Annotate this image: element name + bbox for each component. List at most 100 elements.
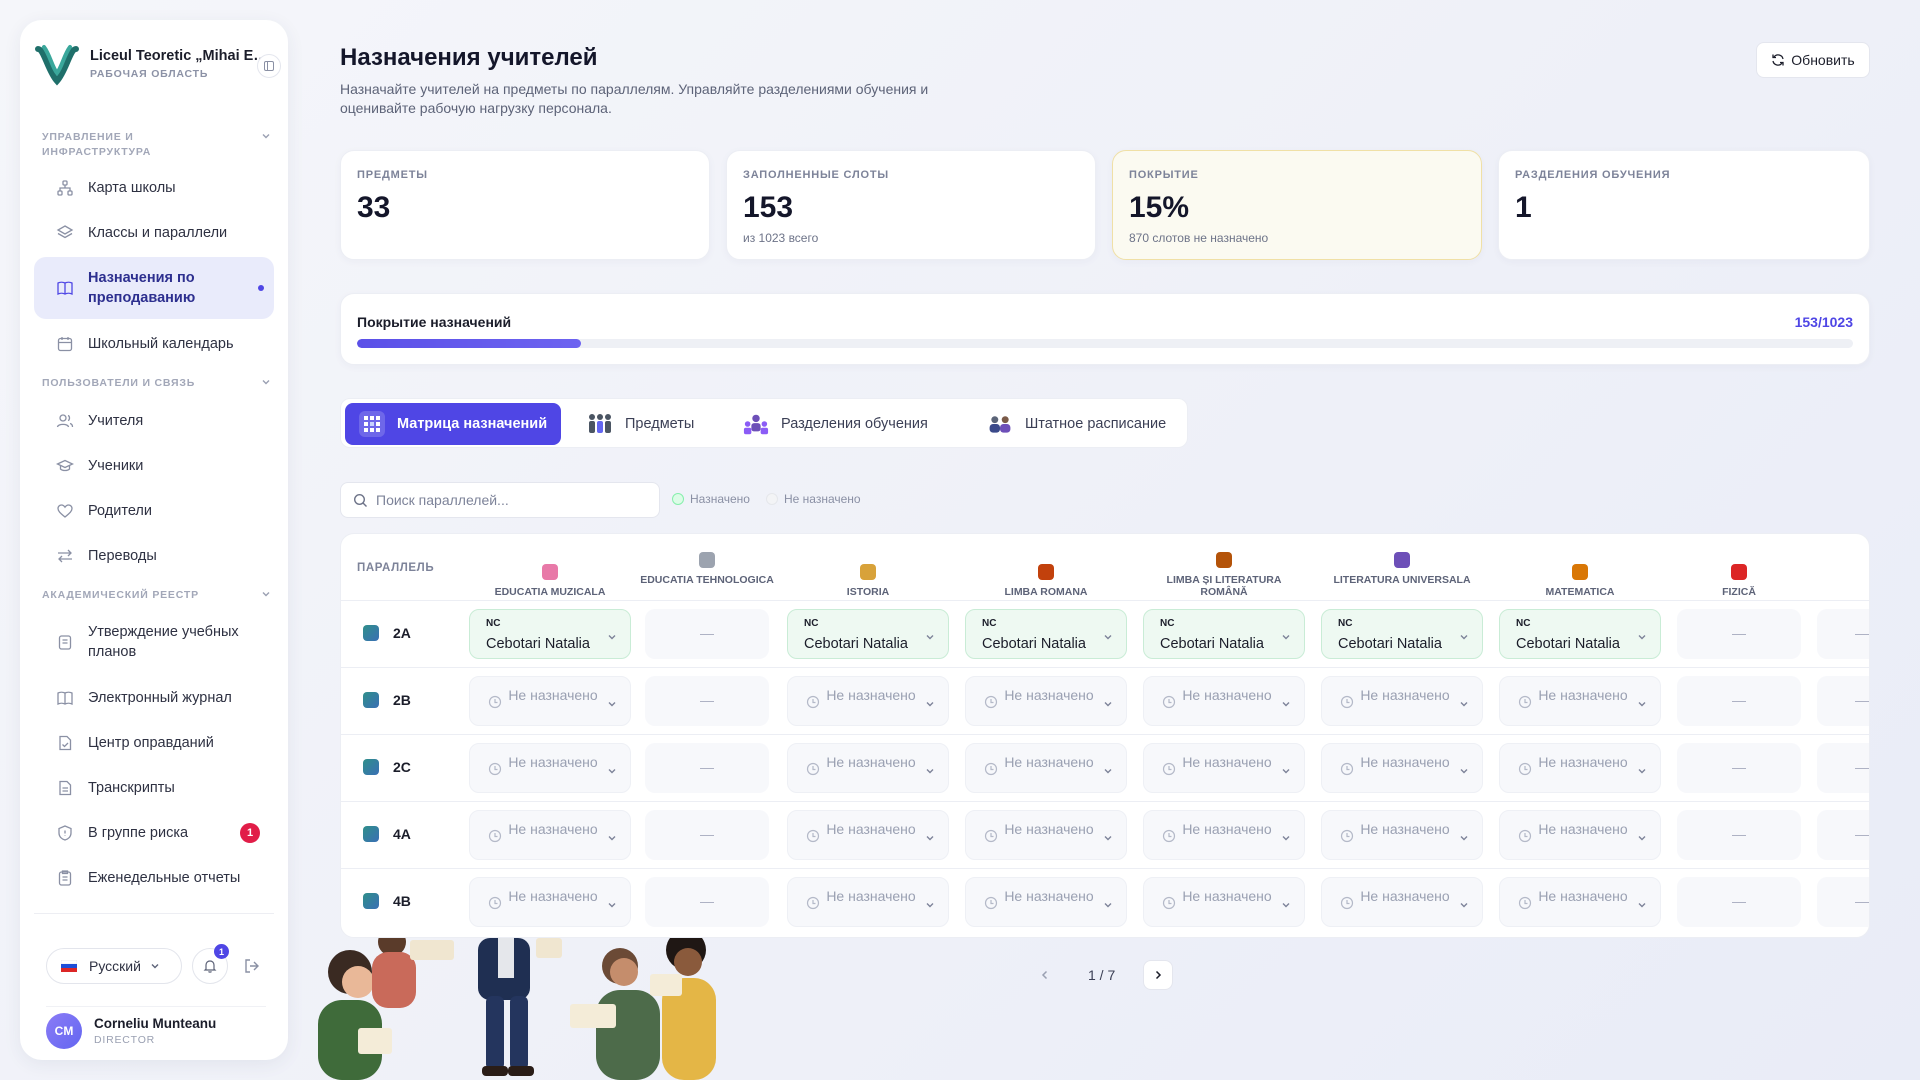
column-label: LIMBA ȘI LITERATURA ROMÂNĂ <box>1166 574 1282 598</box>
sidebar-item-classes[interactable]: Классы и параллели <box>34 213 274 253</box>
assignment-cell-unassigned[interactable]: Не назначено <box>965 877 1127 927</box>
assignment-cell-unassigned[interactable]: Не назначено <box>787 810 949 860</box>
assignment-cell-unassigned[interactable]: Не назначено <box>1143 676 1305 726</box>
assignment-matrix: ПАРАЛЛЕЛЬ EDUCATIA MUZICALA EDUCATIA TEHN… <box>340 533 1870 938</box>
sidebar-item-teachers[interactable]: Учителя <box>34 401 274 441</box>
language-label: Русский <box>89 958 141 974</box>
assignment-cell-unassigned[interactable]: Не назначено <box>1499 810 1661 860</box>
assignment-cell-unassigned[interactable]: Не назначено <box>787 743 949 793</box>
column-label: EDUCATIA MUZICALA <box>494 586 606 598</box>
sidebar-item-curriculum-approval[interactable]: Утверждение учебных планов <box>34 612 274 672</box>
tab-label: Штатное расписание <box>1025 416 1167 432</box>
assignment-cell-assigned[interactable]: NC Cebotari Natalia <box>1499 609 1661 659</box>
column-header: CH <box>1781 564 1869 598</box>
clock-icon <box>1518 896 1532 915</box>
empty-dash: — <box>1855 826 1869 842</box>
assignment-cell-assigned[interactable]: NC Cebotari Natalia <box>1321 609 1483 659</box>
empty-dash: — <box>700 826 714 842</box>
assignment-cell-unassigned[interactable]: Не назначено <box>787 877 949 927</box>
user-profile[interactable]: CM Corneliu Munteanu DIRECTOR <box>46 1006 266 1049</box>
row-label: 2B <box>363 692 411 708</box>
tab-staffing[interactable]: Штатное расписание <box>973 403 1180 445</box>
sidebar-item-transfers[interactable]: Переводы <box>34 536 274 576</box>
assignment-cell-empty: — <box>1817 743 1869 793</box>
sidebar-item-label: Школьный календарь <box>88 336 234 352</box>
sidebar-item-label: Центр оправданий <box>88 735 214 751</box>
refresh-button[interactable]: Обновить <box>1756 42 1870 78</box>
bell-icon <box>203 960 217 973</box>
sidebar-item-students[interactable]: Ученики <box>34 446 274 486</box>
logout-icon[interactable] <box>242 956 262 976</box>
assignment-cell-assigned[interactable]: NC Cebotari Natalia <box>787 609 949 659</box>
language-selector[interactable]: Русский <box>46 948 182 984</box>
chevron-down-icon <box>262 134 270 139</box>
group-split-icon <box>743 411 769 437</box>
clock-icon <box>1340 762 1354 781</box>
assignment-cell-unassigned[interactable]: Не назначено <box>1321 743 1483 793</box>
section-label: УПРАВЛЕНИЕ И ИНФРАСТРУКТУРА <box>42 131 152 158</box>
section-management[interactable]: УПРАВЛЕНИЕ И ИНФРАСТРУКТУРА <box>42 130 272 160</box>
chevron-down-icon <box>151 964 159 969</box>
sidebar-item-parents[interactable]: Родители <box>34 491 274 531</box>
sidebar-item-transcripts[interactable]: Транскрипты <box>34 768 274 808</box>
section-label: АКАДЕМИЧЕСКИЙ РЕЕСТР <box>42 589 199 601</box>
assignment-cell-unassigned[interactable]: Не назначено <box>469 743 631 793</box>
page-subtitle: Назначайте учителей на предметы по парал… <box>340 81 929 116</box>
row-header: ПАРАЛЛЕЛЬ <box>357 562 435 574</box>
section-users[interactable]: ПОЛЬЗОВАТЕЛИ И СВЯЗЬ <box>42 376 272 391</box>
sidebar-item-weekly-reports[interactable]: Еженедельные отчеты <box>34 858 274 898</box>
unassigned-text: Не назначено <box>826 821 916 837</box>
assignment-cell-unassigned[interactable]: Не назначено <box>1499 676 1661 726</box>
row-label-text: 4A <box>393 826 411 842</box>
teacher-tag: NC <box>982 618 997 629</box>
class-icon <box>363 759 379 775</box>
brand[interactable]: Liceul Teoretic „Mihai Eminescu” РАБОЧАЯ… <box>34 36 274 92</box>
page-indicator: 1 / 7 <box>1088 967 1116 983</box>
sidebar-item-school-calendar[interactable]: Школьный календарь <box>34 324 274 364</box>
assignment-cell-unassigned[interactable]: Не назначено <box>1143 810 1305 860</box>
chevron-down-icon <box>1458 630 1470 648</box>
sidebar-item-at-risk[interactable]: В группе риска 1 <box>34 813 274 853</box>
assignment-cell-unassigned[interactable]: Не назначено <box>965 676 1127 726</box>
unassigned-text: Не назначено <box>1004 687 1094 703</box>
assignment-cell-assigned[interactable]: NC Cebotari Natalia <box>965 609 1127 659</box>
search-input[interactable] <box>376 492 636 508</box>
assignment-cell-unassigned[interactable]: Не назначено <box>469 810 631 860</box>
clock-icon <box>1518 762 1532 781</box>
unassigned-text: Не назначено <box>508 821 598 837</box>
assignment-cell-unassigned[interactable]: Не назначено <box>965 810 1127 860</box>
sidebar-collapse-button[interactable] <box>257 54 281 78</box>
empty-dash: — <box>1855 759 1869 775</box>
sidebar-item-teaching-assignments[interactable]: Назначения по преподаванию <box>34 257 274 319</box>
clock-icon <box>1162 695 1176 714</box>
sidebar-item-label: Еженедельные отчеты <box>88 870 241 886</box>
assignment-cell-unassigned[interactable]: Не назначено <box>1499 743 1661 793</box>
assignment-cell-unassigned[interactable]: Не назначено <box>787 676 949 726</box>
assignment-cell-unassigned[interactable]: Не назначено <box>469 877 631 927</box>
sidebar-item-excuses-center[interactable]: Центр оправданий <box>34 723 274 763</box>
tab-learning-splits[interactable]: Разделения обучения <box>729 403 942 445</box>
column-header: EDUCATIA MUZICALA <box>470 564 630 598</box>
assignment-cell-empty: — <box>645 676 769 726</box>
page-title: Назначения учителей <box>340 44 598 71</box>
next-page-button[interactable] <box>1143 960 1174 990</box>
unassigned-text: Не назначено <box>1182 888 1272 904</box>
assignment-cell-unassigned[interactable]: Не назначено <box>965 743 1127 793</box>
sidebar-item-e-journal[interactable]: Электронный журнал <box>34 678 274 718</box>
sidebar-item-school-map[interactable]: Карта школы <box>34 168 274 208</box>
assignment-cell-unassigned[interactable]: Не назначено <box>469 676 631 726</box>
assignment-cell-unassigned[interactable]: Не назначено <box>1321 877 1483 927</box>
assignment-cell-assigned[interactable]: NC Cebotari Natalia <box>469 609 631 659</box>
assignment-cell-unassigned[interactable]: Не назначено <box>1321 810 1483 860</box>
assignment-cell-assigned[interactable]: NC Cebotari Natalia <box>1143 609 1305 659</box>
tab-assignment-matrix[interactable]: Матрица назначений <box>345 403 562 445</box>
prev-page-button[interactable] <box>1030 960 1060 990</box>
tab-subjects[interactable]: Предметы <box>573 403 708 445</box>
assignment-cell-unassigned[interactable]: Не назначено <box>1499 877 1661 927</box>
assignment-cell-unassigned[interactable]: Не назначено <box>1143 877 1305 927</box>
unassigned-text: Не назначено <box>826 754 916 770</box>
empty-dash: — <box>700 625 714 641</box>
section-academic[interactable]: АКАДЕМИЧЕСКИЙ РЕЕСТР <box>42 588 272 603</box>
assignment-cell-unassigned[interactable]: Не назначено <box>1143 743 1305 793</box>
assignment-cell-unassigned[interactable]: Не назначено <box>1321 676 1483 726</box>
